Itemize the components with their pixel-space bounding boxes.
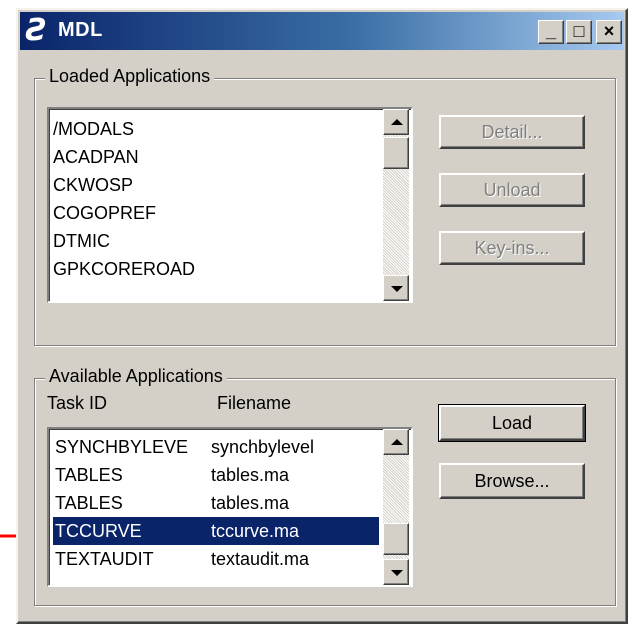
available-applications-label: Available Applications: [45, 366, 227, 387]
table-row[interactable]: TABLES tables.ma: [53, 461, 379, 489]
task-id-cell: TEXTAUDIT: [55, 549, 154, 569]
task-id-cell: SYNCHBYLEVE: [55, 437, 189, 457]
table-row-selected[interactable]: TCCURVE tccurve.ma: [53, 517, 379, 545]
app-logo-icon: Ƨ: [26, 13, 48, 48]
scroll-down-arrow-icon: [391, 286, 403, 292]
list-item[interactable]: GPKCOREROAD: [53, 255, 383, 283]
detail-button[interactable]: Detail...: [439, 115, 585, 149]
scroll-thumb[interactable]: [383, 523, 409, 555]
minimize-button[interactable]: _: [538, 20, 564, 44]
list-item[interactable]: ACADPAN: [53, 143, 383, 171]
load-button[interactable]: Load: [438, 404, 586, 442]
loaded-applications-label: Loaded Applications: [45, 66, 215, 87]
browse-button[interactable]: Browse...: [439, 463, 585, 499]
task-id-column-header: Task ID: [47, 393, 108, 413]
task-id-cell: TABLES: [55, 493, 123, 513]
list-item[interactable]: COGOPREF: [53, 199, 383, 227]
filename-cell: textaudit.ma: [211, 549, 310, 569]
available-applications-list[interactable]: SYNCHBYLEVE synchbylevel TABLES tables.m…: [47, 427, 413, 587]
list-item[interactable]: DTMIC: [53, 227, 383, 255]
scroll-up-arrow-icon: [391, 439, 403, 445]
scroll-up-button[interactable]: [383, 109, 409, 135]
filename-cell: tccurve.ma: [211, 521, 300, 541]
table-row[interactable]: SYNCHBYLEVE synchbylevel: [53, 433, 379, 461]
task-id-cell: TABLES: [55, 465, 123, 485]
filename-cell: synchbylevel: [211, 437, 315, 457]
close-button[interactable]: ×: [596, 20, 622, 44]
scroll-up-button[interactable]: [383, 429, 409, 455]
scroll-up-arrow-icon: [391, 119, 403, 125]
available-applications-group: Available Applications Task ID Filename …: [34, 366, 616, 606]
mdl-dialog: Ƨ MDL _ □ × Loaded Applications /MODALS …: [16, 8, 628, 624]
title-bar[interactable]: Ƨ MDL _ □ ×: [20, 12, 624, 50]
task-id-cell: TCCURVE: [55, 521, 142, 541]
loaded-applications-list[interactable]: /MODALS ACADPAN CKWOSP COGOPREF DTMIC GP…: [47, 107, 413, 303]
list-item[interactable]: CKWOSP: [53, 171, 383, 199]
keyins-button[interactable]: Key-ins...: [439, 231, 585, 265]
maximize-button[interactable]: □: [566, 20, 592, 44]
list-item[interactable]: /MODALS: [53, 115, 383, 143]
filename-cell: tables.ma: [211, 493, 290, 513]
available-list-scrollbar[interactable]: [383, 429, 409, 585]
loaded-list-scrollbar[interactable]: [383, 109, 409, 301]
scroll-down-button[interactable]: [383, 275, 409, 301]
scroll-down-arrow-icon: [391, 570, 403, 576]
unload-button[interactable]: Unload: [439, 173, 585, 207]
loaded-applications-group: Loaded Applications /MODALS ACADPAN CKWO…: [34, 66, 616, 346]
scroll-thumb[interactable]: [383, 137, 409, 169]
table-row[interactable]: TEXTAUDIT textaudit.ma: [53, 545, 379, 573]
filename-cell: tables.ma: [211, 465, 290, 485]
filename-column-header: Filename: [217, 393, 292, 413]
scroll-down-button[interactable]: [383, 559, 409, 585]
window-title: MDL: [58, 19, 103, 41]
table-row[interactable]: TABLES tables.ma: [53, 489, 379, 517]
